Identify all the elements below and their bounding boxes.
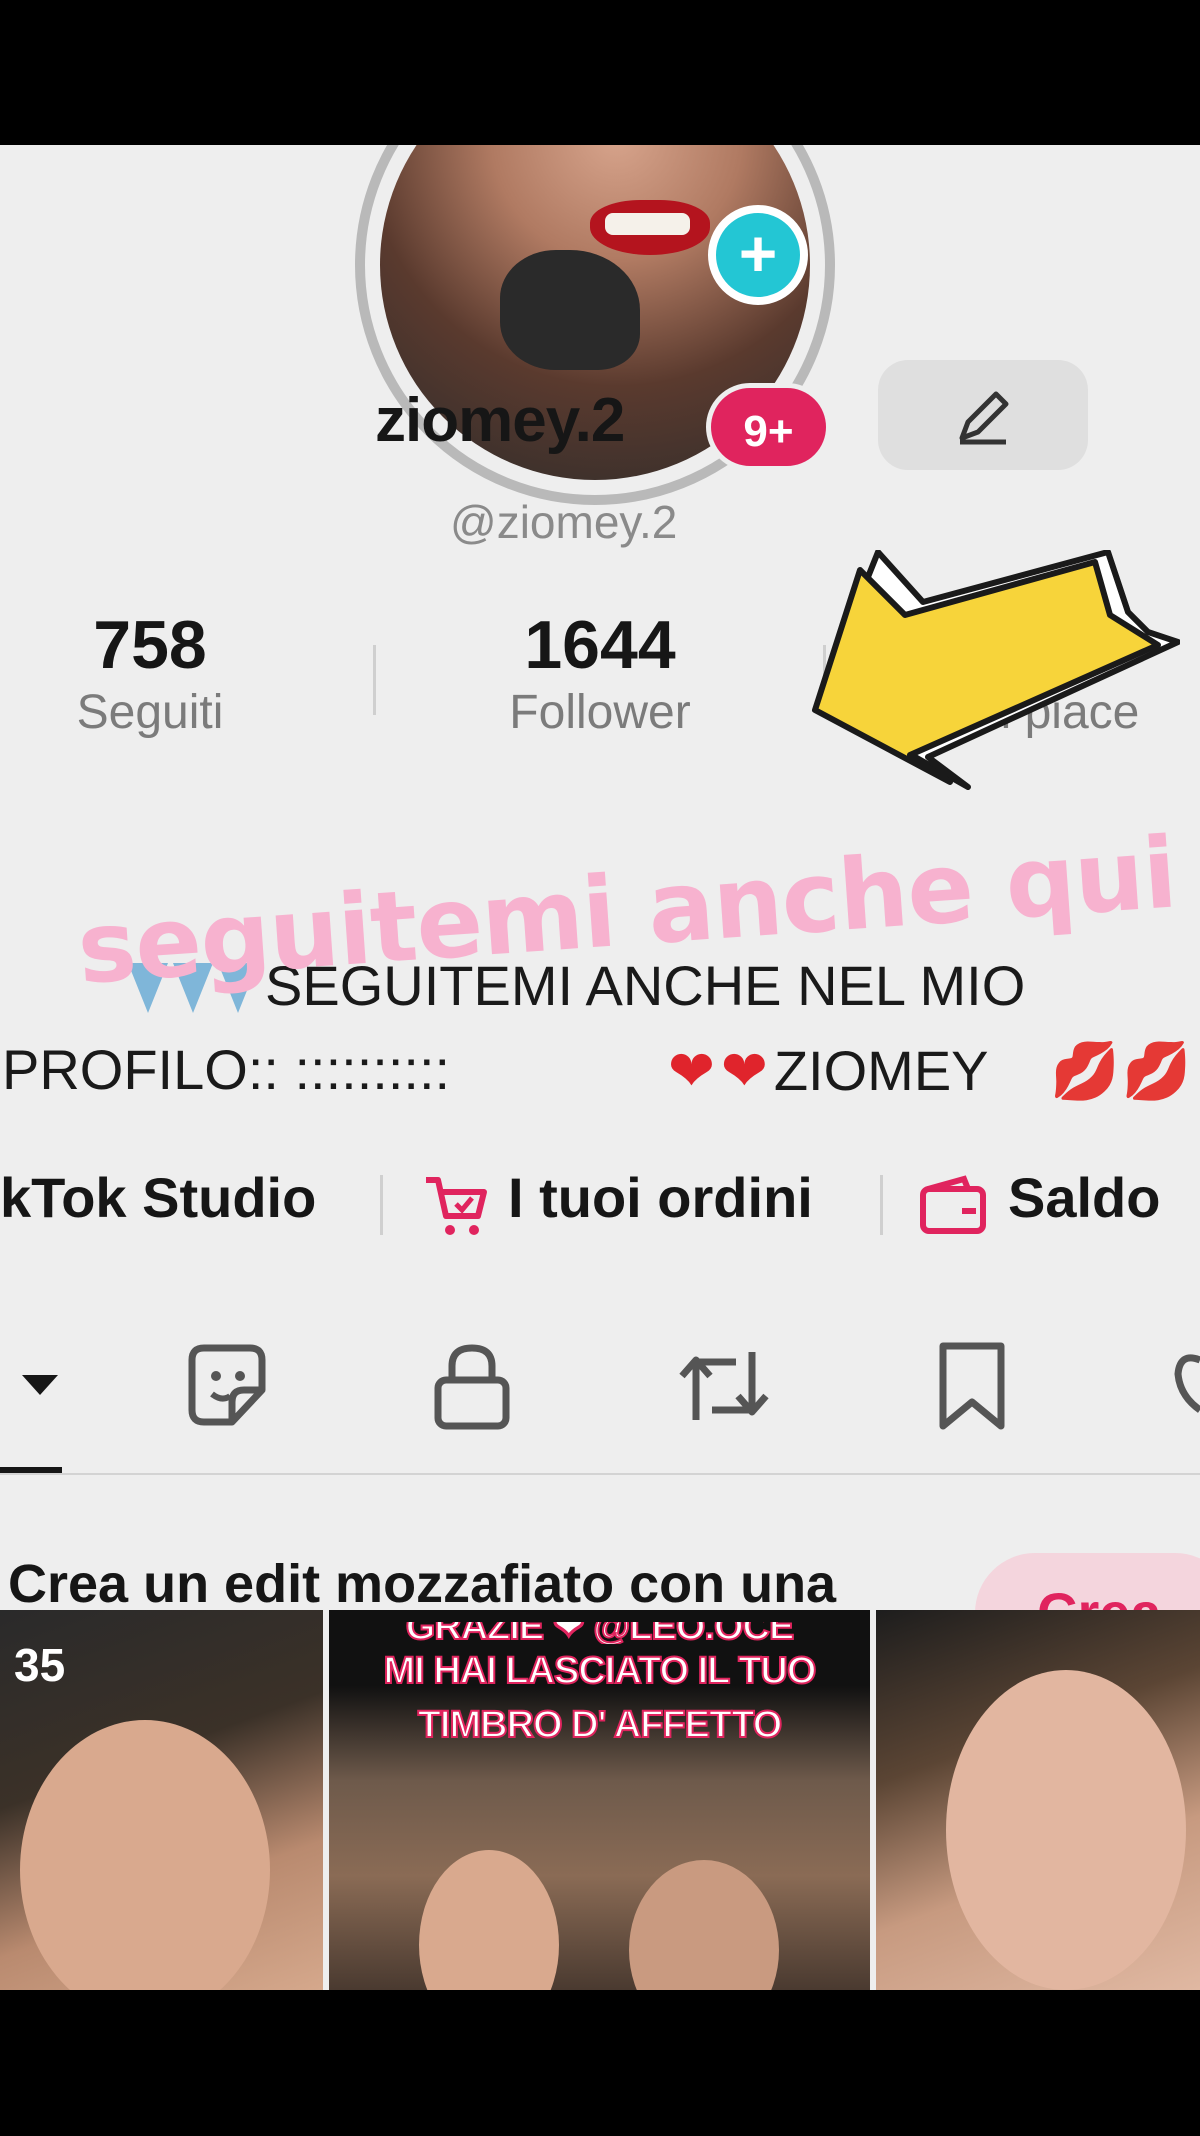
- wallet-icon: [920, 1175, 986, 1234]
- video-thumbnail[interactable]: GRAZIE ❤ @LEO.OCE MI HAI LASCIATO IL TUO…: [329, 1610, 870, 1990]
- following-label: Seguiti: [76, 686, 224, 739]
- add-avatar-button[interactable]: +: [708, 205, 808, 305]
- video-caption: GRAZIE ❤ @LEO.OCE MI HAI LASCIATO IL TUO…: [329, 1622, 870, 1752]
- face-image: [629, 1860, 779, 1990]
- tab-liked[interactable]: [1172, 1340, 1200, 1437]
- tool-divider: [880, 1175, 883, 1235]
- tab-videos[interactable]: [20, 1373, 60, 1402]
- bookmark-icon: [939, 1342, 1005, 1430]
- face-image: [419, 1850, 559, 1990]
- caption-top: GRAZIE ❤ @LEO.OCE: [405, 1622, 796, 1644]
- following-count: 758: [93, 607, 207, 683]
- bio-line-2-prefix: PROFILO:: ::::::::::: [2, 1038, 451, 1101]
- video-thumbnail[interactable]: [876, 1610, 1200, 1990]
- display-name: ziomey.2: [375, 386, 625, 455]
- orders-link[interactable]: I tuoi ordini: [508, 1165, 813, 1230]
- edit-profile-button[interactable]: [878, 360, 1088, 470]
- kiss-mark-emoji: 💋💋: [1050, 1039, 1194, 1102]
- avatar-teeth: [605, 213, 690, 235]
- pencil-icon: [959, 391, 1009, 445]
- tab-saved[interactable]: [935, 1340, 1009, 1437]
- stat-divider: [373, 645, 376, 715]
- heart-on-fire-emoji: ❤❤ZIOMEY: [668, 1038, 989, 1104]
- avatar-hand: [500, 250, 640, 370]
- bio-hearts: ❤❤: [668, 1039, 774, 1102]
- bio-line-2: PROFILO:: ::::::::::: [2, 1037, 450, 1102]
- grid-dropdown-icon: [22, 1375, 58, 1395]
- sticker-icon: [188, 1344, 266, 1426]
- caption-line-1: MI HAI LASCIATO IL TUO: [383, 1649, 818, 1693]
- tab-private[interactable]: [430, 1340, 514, 1437]
- heart-icon: [1174, 1354, 1200, 1413]
- view-count: 35: [14, 1639, 66, 1691]
- cart-icon: [426, 1177, 487, 1235]
- profile-handle: @ziomey.2: [450, 496, 678, 548]
- tiktok-studio-link[interactable]: kTok Studio: [0, 1165, 316, 1230]
- repost-icon: [679, 1352, 769, 1420]
- tab-stickers[interactable]: [182, 1340, 272, 1435]
- bio-line-2-suffix: ZIOMEY: [773, 1039, 989, 1102]
- face-image: [20, 1720, 270, 1990]
- face-image: [946, 1670, 1186, 1990]
- tab-reposts[interactable]: [676, 1340, 772, 1437]
- followers-label: Follower: [509, 686, 691, 739]
- caption-line-2: TIMBRO D' AFFETTO: [417, 1703, 784, 1747]
- lock-icon: [434, 1344, 510, 1430]
- arrow-icon: [812, 550, 1180, 790]
- stat-followers[interactable]: 1644 Follower: [450, 607, 750, 743]
- tool-divider: [380, 1175, 383, 1235]
- notification-badge[interactable]: 9+: [706, 383, 831, 471]
- video-thumbnail[interactable]: 35: [0, 1610, 323, 1990]
- stat-following[interactable]: 758 Seguiti: [0, 607, 300, 743]
- plus-icon: +: [738, 216, 778, 290]
- tab-bar-divider: [0, 1473, 1200, 1475]
- profile-screen: + ziomey.2 9+ @ziomey.2 758 Seguiti 1644…: [0, 145, 1200, 1990]
- followers-count: 1644: [524, 607, 676, 683]
- balance-link[interactable]: Saldo: [1008, 1165, 1160, 1230]
